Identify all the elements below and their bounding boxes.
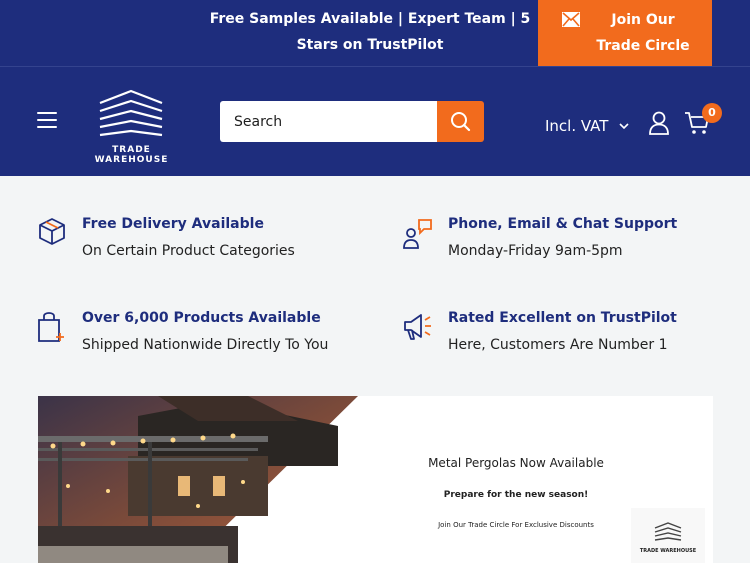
join-trade-circle-button[interactable]: Join Our Trade Circle [538,0,712,66]
cart-count-badge: 0 [702,103,722,123]
trade-warehouse-logo-icon [654,522,682,541]
chevron-down-icon [619,123,629,129]
account-button[interactable] [648,111,670,139]
shopping-bag-plus-icon [38,312,64,342]
site-header: TRADE WAREHOUSE Incl. VAT 0 [0,66,750,176]
feature-subtitle: On Certain Product Categories [82,243,295,259]
user-icon [649,111,669,135]
feature-title: Free Delivery Available [82,216,264,232]
feature-subtitle: Monday-Friday 9am-5pm [448,243,623,259]
feature-title: Over 6,000 Products Available [82,310,321,326]
banner-subtitle: Prepare for the new season! [443,490,589,500]
search-button[interactable] [437,101,484,142]
search-bar [220,101,484,142]
hero-banner[interactable]: Metal Pergolas Now Available Prepare for… [38,396,713,563]
banner-title: Metal Pergolas Now Available [428,456,604,470]
announcement-bar: Free Samples Available | Expert Team | 5… [0,0,750,66]
announcement-text: Free Samples Available | Expert Team | 5… [209,11,531,53]
megaphone-icon [404,314,431,340]
trade-warehouse-logo-icon [99,89,163,137]
search-input[interactable] [220,101,437,142]
site-logo[interactable]: TRADE WAREHOUSE [75,89,188,165]
banner-cta-text: Join Our Trade Circle For Exclusive Disc… [438,521,594,529]
menu-icon[interactable] [37,112,57,128]
join-trade-circle-label: Join Our Trade Circle [596,12,690,54]
banner-logo-text: TRADE WAREHOUSE [639,548,697,554]
pergola-photo [38,396,358,563]
feature-subtitle: Shipped Nationwide Directly To You [82,337,329,353]
box-icon [39,218,65,245]
banner-logo: TRADE WAREHOUSE [631,508,705,563]
vat-label: Incl. VAT [545,117,609,135]
feature-title: Phone, Email & Chat Support [448,216,678,232]
search-icon [451,112,471,132]
vat-selector[interactable]: Incl. VAT [545,117,629,135]
mail-icon [562,12,580,27]
feature-title: Rated Excellent on TrustPilot [448,310,677,326]
feature-subtitle: Here, Customers Are Number 1 [448,337,668,353]
support-chat-icon [403,219,432,249]
logo-text: TRADE WAREHOUSE [94,145,169,165]
